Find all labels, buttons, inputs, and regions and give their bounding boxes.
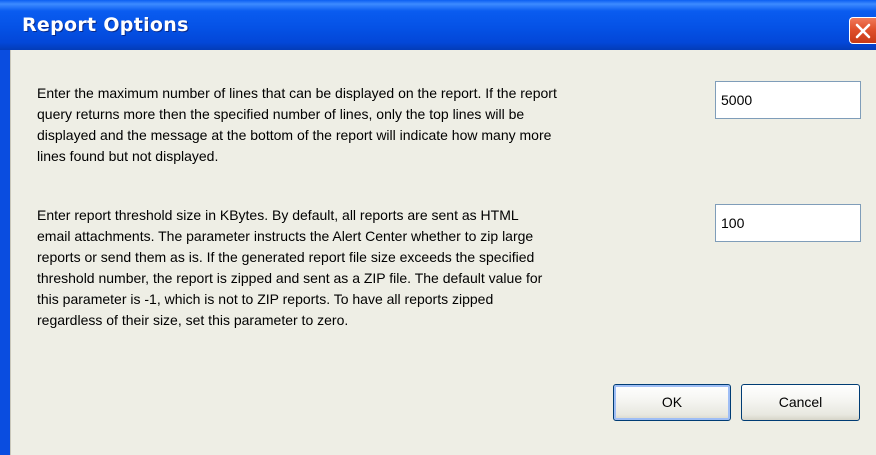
- threshold-description: Enter report threshold size in KBytes. B…: [37, 207, 543, 328]
- close-button[interactable]: [849, 17, 876, 44]
- title-bar[interactable]: Report Options: [0, 0, 876, 50]
- max-lines-description: Enter the maximum number of lines that c…: [37, 85, 557, 164]
- close-icon: [855, 23, 871, 39]
- ok-button[interactable]: OK: [613, 384, 731, 421]
- dialog-title: Report Options: [22, 14, 189, 36]
- threshold-input[interactable]: [715, 204, 861, 242]
- cancel-button[interactable]: Cancel: [741, 384, 860, 421]
- report-options-dialog: Report Options Enter the maximum number …: [0, 0, 876, 455]
- max-lines-input[interactable]: [715, 81, 861, 119]
